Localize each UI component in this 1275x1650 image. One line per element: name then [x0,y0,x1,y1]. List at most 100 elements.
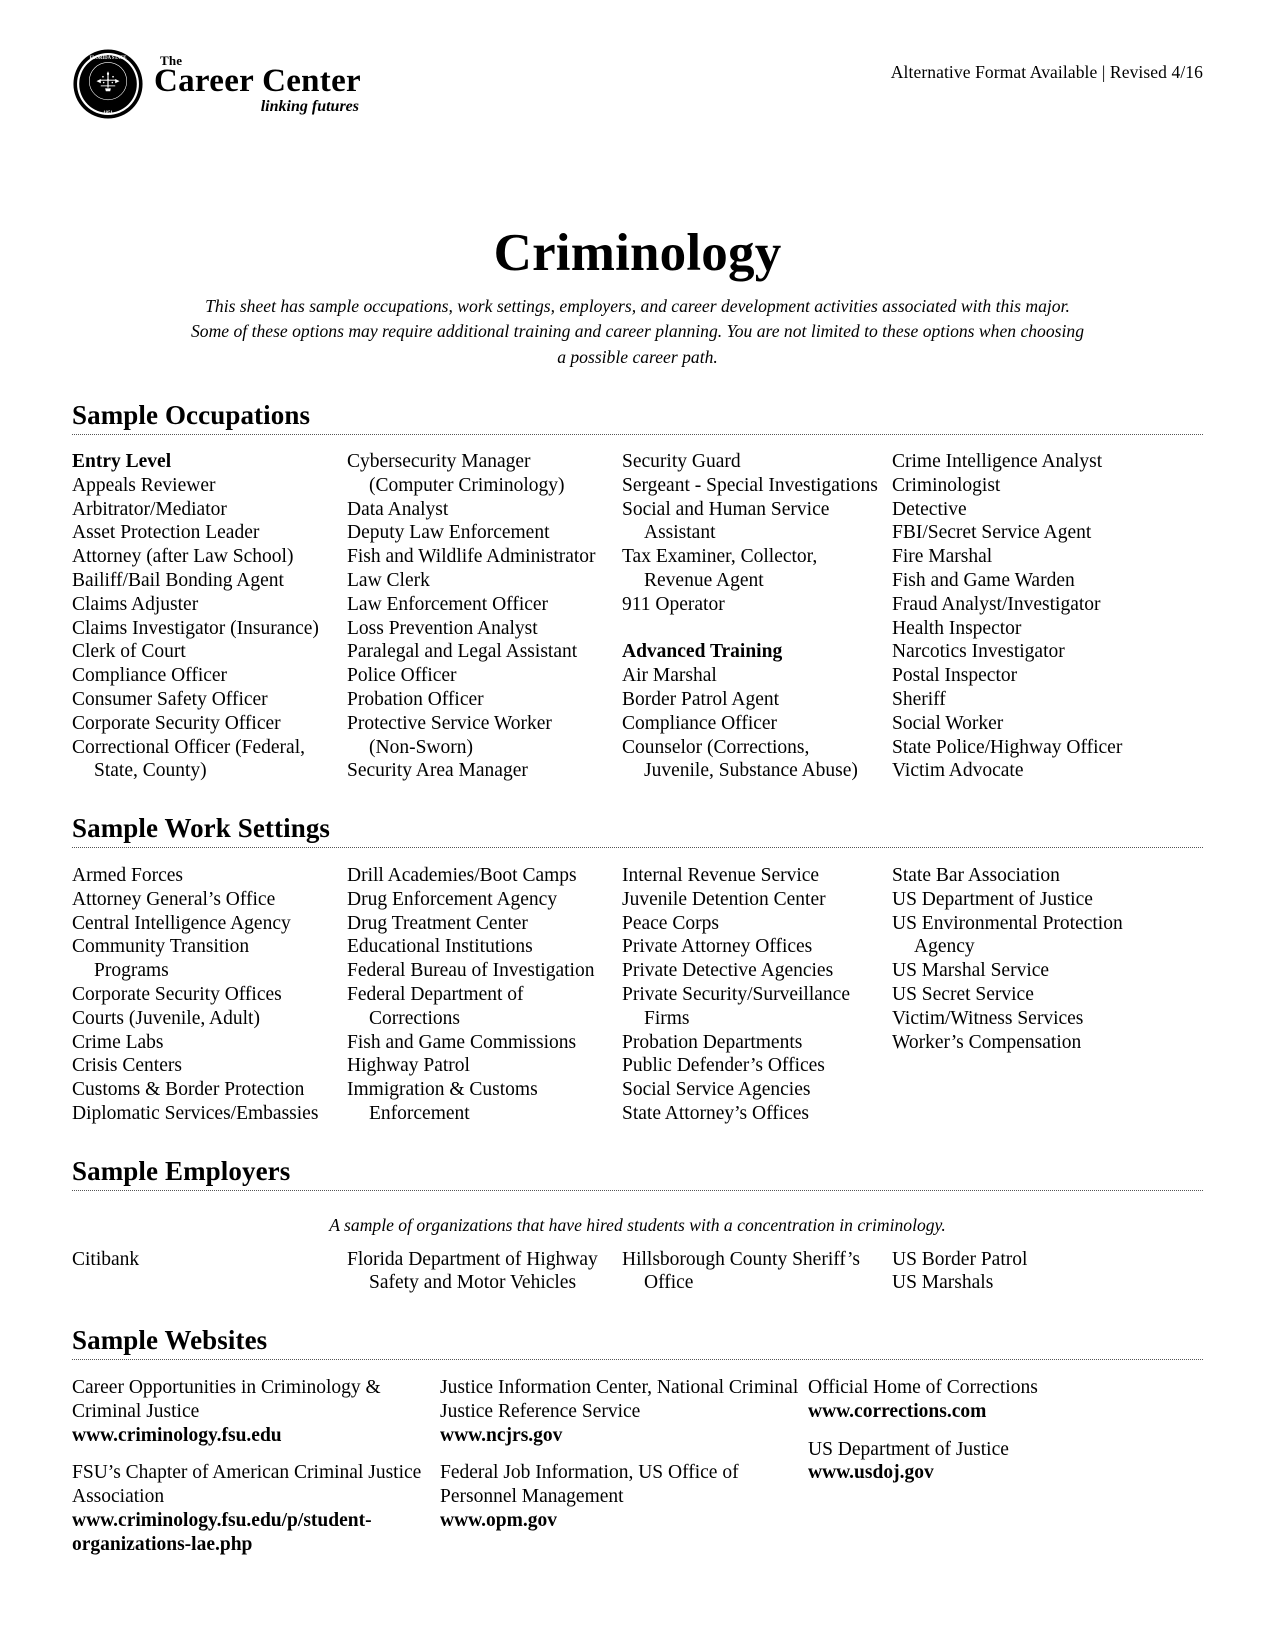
occupation-item: Criminologist [892,474,1001,496]
occupation-item: Law Clerk [347,569,430,591]
work-setting-item: Juvenile Detention Center [622,888,826,910]
revision-note: Alternative Format Available | Revised 4… [890,62,1203,82]
employer-item: US Border Patrol [892,1248,1028,1270]
work-setting-item: Armed Forces [72,865,184,887]
occupation-item: Protective Service Worker [347,712,552,734]
employers-note: A sample of organizations that have hire… [329,1214,946,1235]
occupation-item: Attorney (after Law School) [72,546,294,568]
website-entry: FSU’s Chapter of American Criminal Justi… [72,1461,440,1556]
section-divider [72,1359,1203,1361]
employer-list: Citibank [72,1248,347,1272]
section-heading-occupations: Sample Occupations [72,400,311,431]
work-setting-item: Firms [644,1007,690,1029]
work-setting-item: Private Attorney Offices [622,936,813,958]
fsu-seal-icon: FLORIDA STATE 1851 [73,49,143,119]
employer-column-1: Citibank [72,1248,347,1296]
work-setting-item: Enforcement [369,1102,470,1124]
employer-item: Safety and Motor Vehicles [369,1272,577,1294]
occupation-item: Counselor (Corrections, [622,736,810,758]
work-setting-item: Drill Academies/Boot Camps [347,865,577,887]
work-setting-item: Private Detective Agencies [622,960,834,982]
occupation-subheading: Advanced Training [622,641,783,663]
occupation-item: Sergeant - Special Investigations [622,474,878,496]
occupation-column-3: Security Guard Sergeant - Special Investi… [622,450,892,783]
work-setting-item: Highway Patrol [347,1055,470,1077]
occupation-item: Appeals Reviewer [72,474,216,496]
page-title: Criminology [493,224,782,282]
work-setting-item: US Marshal Service [892,960,1050,982]
work-setting-item: US Department of Justice [892,888,1093,910]
occupation-item: Clerk of Court [72,641,186,663]
logo-career-center-text: Career Center [154,62,361,99]
website-url-link[interactable]: www.corrections.com [808,1400,1138,1424]
work-setting-item: Corrections [369,1007,460,1029]
work-setting-item: US Secret Service [892,984,1034,1005]
work-setting-item: US Environmental Protection [892,912,1123,934]
work-setting-item: Customs & Border Protection [72,1079,305,1101]
employer-column-2: Florida Department of Highway Safety and … [347,1248,622,1296]
occupation-item: Detective [892,498,967,520]
work-setting-item: Attorney General’s Office [72,888,276,910]
occupation-column-4: Crime Intelligence Analyst Criminologist D… [892,450,1177,783]
website-url-link[interactable]: www.criminology.fsu.edu/p/student-organi… [72,1509,440,1557]
work-setting-item: Victim/Witness Services [892,1007,1084,1029]
website-entry: Federal Job Information, US Office of Pe… [440,1461,808,1532]
occupation-item: 911 Operator [622,593,725,615]
occupation-item: Social and Human Service [622,498,830,520]
occupation-column-1: Entry Level Appeals Reviewer Arbitrator/Me… [72,450,347,783]
occupation-item: Security Guard [622,451,741,472]
occupation-item: Law Enforcement Officer [347,593,549,615]
occupation-item: Paralegal and Legal Assistant [347,641,578,663]
section-sample-employers: Sample Employers A sample of organizatio… [72,1156,1203,1295]
website-url-link[interactable]: www.usdoj.gov [808,1461,1138,1485]
occupation-item: Claims Adjuster [72,593,199,615]
occupation-item: Asset Protection Leader [72,522,260,544]
work-setting-item: Peace Corps [622,912,719,934]
work-setting-item: Crisis Centers [72,1055,182,1077]
work-setting-item: Community Transition [72,936,250,958]
occupation-item: Corporate Security Officer [72,712,281,734]
occupation-item: Victim Advocate [892,760,1024,782]
work-setting-item: Social Service Agencies [622,1079,811,1101]
website-entry: Official Home of Corrections www.correcti… [808,1376,1138,1424]
occupation-item: State Police/Highway Officer [892,736,1123,758]
work-setting-list: State Bar Association US Department of Ju… [892,864,1177,1054]
work-setting-column-4: State Bar Association US Department of Ju… [892,864,1177,1126]
work-setting-item: Internal Revenue Service [622,865,820,887]
occupation-list: Crime Intelligence Analyst Criminologist D… [892,450,1177,783]
website-name: Justice Information Center, National Cri… [440,1377,799,1422]
occupation-item: Fish and Wildlife Administrator [347,546,596,568]
occupation-item: Air Marshal [622,665,717,687]
occupation-item: (Non-Sworn) [369,736,473,758]
occupation-item: Fire Marshal [892,546,993,568]
logo-tagline-text: linking futures [260,97,359,115]
website-url-link[interactable]: www.ncjrs.gov [440,1424,808,1448]
svg-text:FLORIDA STATE: FLORIDA STATE [89,56,126,61]
occupation-item: Cybersecurity Manager [347,451,531,472]
website-entry: Career Opportunities in Criminology & Cr… [72,1376,440,1447]
occupation-column-2: Cybersecurity Manager (Computer Criminolo… [347,450,622,783]
occupation-item: Loss Prevention Analyst [347,617,538,639]
occupation-item: Arbitrator/Mediator [72,498,227,520]
website-url-link[interactable]: www.opm.gov [440,1509,808,1533]
website-name: Federal Job Information, US Office of Pe… [440,1462,739,1508]
work-setting-item: Corporate Security Offices [72,984,282,1005]
occupation-item: Claims Investigator (Insurance) [72,617,319,639]
website-column-3: Official Home of Corrections www.correcti… [808,1376,1138,1571]
work-setting-item: Immigration & Customs [347,1079,538,1101]
work-setting-list: Internal Revenue Service Juvenile Detenti… [622,864,892,1126]
website-url-link[interactable]: www.criminology.fsu.edu [72,1424,440,1448]
work-setting-item: Public Defender’s Offices [622,1055,825,1077]
occupation-item: State, County) [94,760,207,782]
page-header: FLORIDA STATE 1851 The Career Center lin… [72,0,1203,164]
work-setting-item: State Bar Association [892,865,1060,887]
occupation-list: Security Guard Sergeant - Special Investi… [622,450,892,783]
occupation-item: FBI/Secret Service Agent [892,522,1092,544]
website-name: Career Opportunities in Criminology & Cr… [72,1377,381,1422]
occupation-item: Security Area Manager [347,760,528,782]
work-setting-item: Probation Departments [622,1031,803,1053]
occupation-item: Border Patrol Agent [622,688,780,710]
occupation-list: Cybersecurity Manager (Computer Criminolo… [347,450,622,783]
section-divider [72,434,1203,435]
section-divider [72,847,1203,849]
